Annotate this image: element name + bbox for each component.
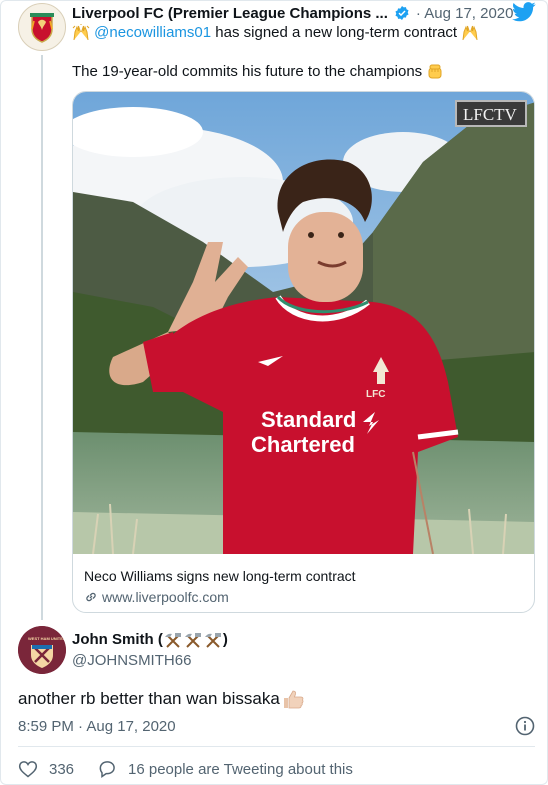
lfc-crest-icon <box>30 13 54 43</box>
like-count: 336 <box>49 760 75 778</box>
reply-body: another rb better than wan bissaka <box>18 689 304 709</box>
reply-name-text[interactable]: John Smith ( <box>72 631 163 648</box>
raising-hands-icon <box>462 25 478 41</box>
thumbs-up-icon <box>283 690 304 709</box>
tweet-thread: Liverpool FC (Premier League Champions .… <box>0 0 548 785</box>
whu-avatar[interactable]: WEST HAM UNITED <box>18 626 66 674</box>
hammer-and-pick-icon <box>184 632 201 648</box>
raised-fist-icon <box>428 64 442 79</box>
announcement-line: @necowilliams01 has signed a new long-te… <box>72 24 479 42</box>
raising-hands-icon <box>72 24 90 41</box>
link-card[interactable]: LFC Standard Chartered LFCTV Neco Willia… <box>72 91 535 613</box>
kit-crest-label: LFC <box>366 389 385 400</box>
tweet-date[interactable]: · Aug 17, 2020 <box>416 5 514 22</box>
tweet-body: The 19-year-old commits his future to th… <box>72 63 444 81</box>
hammer-and-pick-icon <box>164 632 181 648</box>
like-button[interactable]: 336 <box>18 759 74 779</box>
mention-link[interactable]: @necowilliams01 <box>94 24 211 41</box>
card-source-link[interactable]: www.liverpoolfc.com <box>84 589 229 605</box>
reply-body-text: another rb better than wan bissaka <box>18 689 280 708</box>
lfc-avatar[interactable] <box>18 3 66 51</box>
verified-badge-icon <box>395 6 409 20</box>
announcement-text: has signed a new long-term contract <box>215 24 458 41</box>
whu-crest-text: WEST HAM UNITED <box>28 636 66 641</box>
hammer-and-pick-icon <box>204 632 221 648</box>
reply-author-name[interactable]: John Smith ( ) <box>72 631 228 648</box>
tweet-body-text: The 19-year-old commits his future to th… <box>72 63 423 80</box>
kit-sponsor-line1: Standard <box>261 407 356 432</box>
card-video-thumbnail[interactable]: LFC Standard Chartered LFCTV <box>73 92 534 554</box>
twitter-bird-icon[interactable] <box>512 2 536 22</box>
conversation-button[interactable]: 16 people are Tweeting about this <box>97 759 353 779</box>
reply-timestamp[interactable]: 8:59 PM · Aug 17, 2020 <box>18 718 176 735</box>
tweet-date-value[interactable]: Aug 17, 2020 <box>424 5 513 22</box>
info-icon[interactable] <box>515 716 535 736</box>
player-photo: LFC Standard Chartered LFCTV <box>73 92 534 554</box>
heart-icon <box>18 761 38 778</box>
tweet-header: Liverpool FC (Premier League Champions .… <box>72 3 514 23</box>
link-icon <box>86 592 96 602</box>
kit-sponsor-line2: Chartered <box>251 432 355 457</box>
action-divider <box>18 746 535 747</box>
lfctv-badge: LFCTV <box>463 105 518 124</box>
card-link-text[interactable]: www.liverpoolfc.com <box>102 589 229 605</box>
speech-bubble-icon <box>99 761 115 778</box>
card-title[interactable]: Neco Williams signs new long-term contra… <box>84 568 356 584</box>
reply-handle[interactable]: @JOHNSMITH66 <box>72 652 191 669</box>
conversation-text: 16 people are Tweeting about this <box>128 760 353 778</box>
reply-name-close: ) <box>222 631 228 648</box>
west-ham-crest-icon: WEST HAM UNITED <box>18 626 66 674</box>
thread-connector-line <box>41 55 43 620</box>
author-name[interactable]: Liverpool FC (Premier League Champions .… <box>72 5 388 22</box>
